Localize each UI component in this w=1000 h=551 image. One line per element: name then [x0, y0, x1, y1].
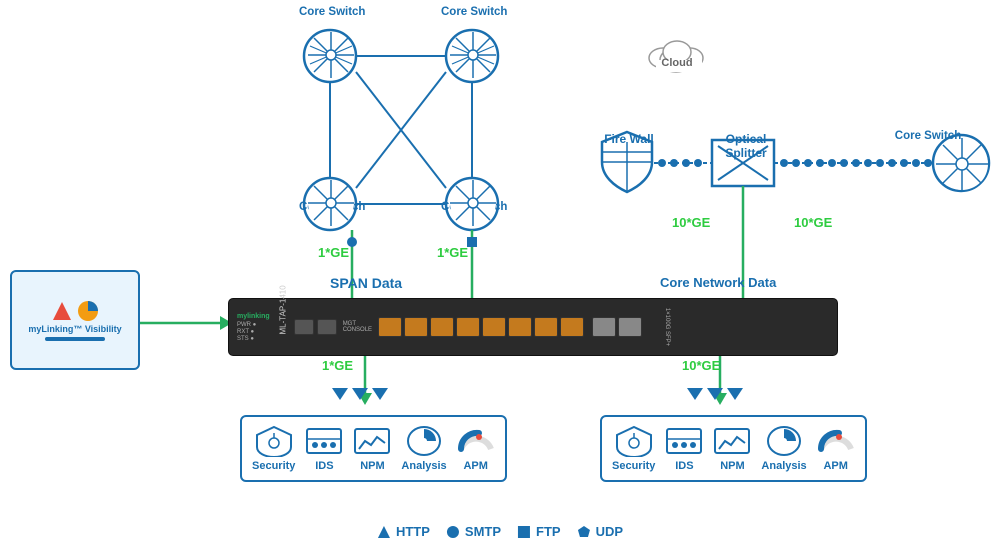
core-10ge-left: 10*GE	[672, 215, 710, 230]
tool-apm-left: APM	[457, 425, 495, 472]
apm-icon-left	[457, 425, 495, 457]
left-tool-group: Security IDS NPM	[240, 415, 507, 482]
square-legend-icon	[517, 525, 531, 539]
ids-icon-left	[305, 425, 343, 457]
triangle-legend-icon	[377, 525, 391, 539]
span-1ge-right: 1*GE	[437, 245, 468, 260]
triangle-icon	[51, 300, 73, 322]
monitor-box: myLinking™ Visibility	[10, 270, 140, 370]
legend-http: HTTP	[377, 524, 430, 539]
right-tool-group: Security IDS NPM	[600, 415, 867, 482]
output-1ge-label: 1*GE	[322, 358, 353, 373]
tool-analysis-left: Analysis	[401, 425, 446, 472]
svg-text:Cloud: Cloud	[661, 57, 692, 69]
network-diagram: Cloud	[0, 0, 1000, 551]
span-1ge-left: 1*GE	[318, 245, 349, 260]
npm-icon-left	[353, 425, 391, 457]
optical-splitter-label: Optical Splitter	[706, 132, 786, 160]
legend-smtp: SMTP	[446, 524, 501, 539]
analysis-icon-right	[765, 425, 803, 457]
npm-icon-right	[713, 425, 751, 457]
core-10ge-right: 10*GE	[794, 215, 832, 230]
tool-security-left: Security	[252, 425, 295, 472]
monitor-label: myLinking™ Visibility	[28, 324, 121, 334]
core-switch-top-left: Core Switch	[299, 2, 365, 20]
monitor-screen	[51, 300, 99, 322]
tool-apm-right: APM	[817, 425, 855, 472]
tool-ids-left: IDS	[305, 425, 343, 472]
legend: HTTP SMTP FTP UDP	[377, 524, 623, 539]
output-10ge-label: 10*GE	[682, 358, 720, 373]
tool-npm-left: NPM	[353, 425, 391, 472]
security-icon-right	[615, 425, 653, 457]
apm-icon-right	[817, 425, 855, 457]
circle-legend-icon	[446, 525, 460, 539]
analysis-icon-left	[405, 425, 443, 457]
security-icon-left	[255, 425, 293, 457]
core-switch-right-label: Core Switch	[888, 130, 968, 142]
core-switch-top-right: Core Switch	[441, 2, 507, 20]
pie-chart-icon	[77, 300, 99, 322]
tool-security-right: Security	[612, 425, 655, 472]
firewall-label: Fire Wall	[596, 132, 662, 146]
device-rack: mylinking PWR ● RXT ● STS ● ML-TAP-1410 …	[228, 298, 838, 356]
core-network-data-label: Core Network Data	[660, 275, 776, 290]
pentagon-legend-icon	[577, 525, 591, 539]
tool-ids-right: IDS	[665, 425, 703, 472]
legend-ftp: FTP	[517, 524, 561, 539]
tool-analysis-right: Analysis	[761, 425, 806, 472]
tool-npm-right: NPM	[713, 425, 751, 472]
ids-icon-right	[665, 425, 703, 457]
span-data-label: SPAN Data	[330, 275, 402, 291]
legend-udp: UDP	[577, 524, 623, 539]
